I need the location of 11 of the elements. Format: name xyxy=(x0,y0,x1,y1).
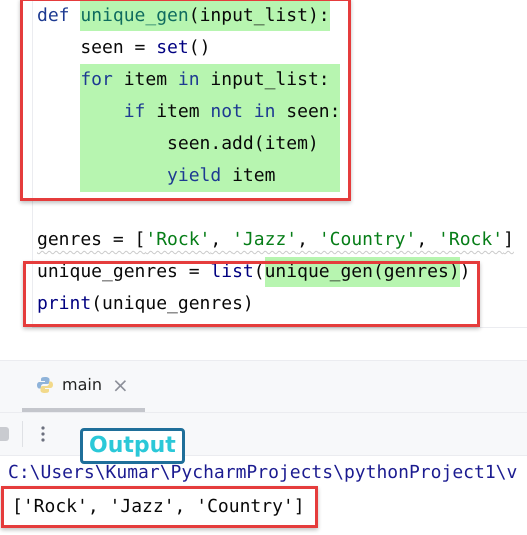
callout-label: Output xyxy=(80,428,185,464)
console-output: ['Rock', 'Jazz', 'Country'] xyxy=(12,495,305,519)
python-icon xyxy=(36,376,54,394)
code-line: unique_genres = list(unique_gen(genres)) xyxy=(36,256,527,288)
code-line: genres = ['Rock', 'Jazz', 'Country', 'Rock'] xyxy=(36,228,515,252)
run-tab[interactable]: main × xyxy=(22,361,145,412)
more-icon[interactable] xyxy=(41,426,45,442)
command-line: C:\Users\Kumar\PycharmProjects\pythonProject1\v xyxy=(8,461,518,485)
code-line: def unique_gen(input_list): xyxy=(36,0,527,32)
code-line: print(unique_genres) xyxy=(36,292,255,316)
code-line: seen = set() xyxy=(79,36,212,60)
